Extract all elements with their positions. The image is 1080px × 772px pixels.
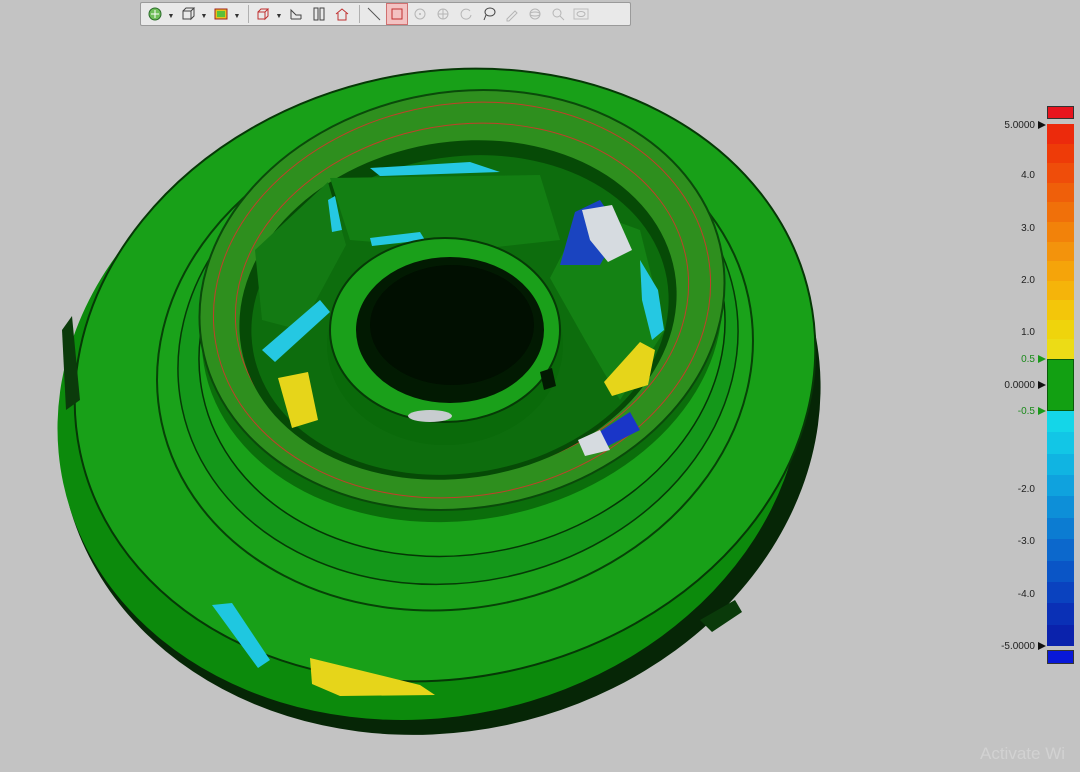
sphere-icon bbox=[529, 8, 541, 20]
legend-tick-label: -4.0 bbox=[1017, 589, 1035, 600]
center-target-icon bbox=[437, 8, 449, 20]
annotate-button[interactable] bbox=[502, 4, 522, 24]
legend-upper-tolerance-marker[interactable] bbox=[1038, 355, 1046, 363]
home-view-button[interactable] bbox=[332, 4, 352, 24]
cube-wireframe-button[interactable] bbox=[253, 4, 273, 24]
cube-wireframe-icon bbox=[257, 8, 270, 21]
legend-tick-label: 4.0 bbox=[1021, 170, 1035, 181]
lasso-button[interactable] bbox=[479, 4, 499, 24]
legend-max-label: 5.0000 bbox=[1004, 120, 1035, 131]
annotate-icon bbox=[506, 10, 518, 22]
legend-tick-label: 1.0 bbox=[1021, 327, 1035, 338]
legend-upper-tolerance-label: 0.5 bbox=[1021, 354, 1035, 365]
color-map-icon bbox=[214, 8, 228, 20]
watermark: Activate Wi bbox=[980, 744, 1066, 763]
legend-band-negative bbox=[1047, 560, 1074, 583]
legend-band-negative bbox=[1047, 539, 1074, 562]
split-view-icon bbox=[313, 7, 325, 21]
chevron-down-icon[interactable]: ▼ bbox=[201, 4, 208, 24]
legend-band-positive bbox=[1047, 221, 1074, 242]
legend-min-label: -5.0000 bbox=[1001, 641, 1035, 652]
legend-tick-label: -2.0 bbox=[1017, 484, 1035, 495]
rotate-icon bbox=[460, 8, 472, 20]
toolbar-divider bbox=[359, 5, 360, 23]
3d-viewport[interactable]: ▼ ▼ ▼ ▼ 5.0000 4.0 3.0 2.0 1.0 -2.0 -3.0 -4.0 0.… bbox=[0, 0, 1080, 772]
chevron-down-icon[interactable]: ▼ bbox=[276, 4, 283, 24]
legend-max-marker[interactable] bbox=[1038, 121, 1046, 129]
eye-icon bbox=[573, 8, 589, 20]
home-view-icon bbox=[335, 8, 349, 21]
legend-tick-label: -3.0 bbox=[1017, 536, 1035, 547]
eye-button[interactable] bbox=[571, 4, 591, 24]
select-region-icon bbox=[391, 8, 403, 20]
inspect-button[interactable] bbox=[548, 4, 568, 24]
legend-overflow-high-swatch bbox=[1047, 106, 1074, 119]
legend-band-positive bbox=[1047, 261, 1074, 282]
legend-band-positive bbox=[1047, 163, 1074, 184]
sphere-button[interactable] bbox=[525, 4, 545, 24]
inspect-icon bbox=[552, 8, 565, 21]
legend-band-positive bbox=[1047, 300, 1074, 321]
point-target-icon bbox=[414, 8, 426, 20]
legend-tick-label: 3.0 bbox=[1021, 223, 1035, 234]
chevron-down-icon[interactable]: ▼ bbox=[168, 4, 175, 24]
hub-bore-light bbox=[408, 410, 452, 422]
color-map-button[interactable] bbox=[211, 4, 231, 24]
legend-tick-label: 2.0 bbox=[1021, 275, 1035, 286]
lasso-icon bbox=[483, 7, 496, 21]
rotate-button[interactable] bbox=[456, 4, 476, 24]
legend-band-positive bbox=[1047, 182, 1074, 203]
legend-band-negative bbox=[1047, 411, 1074, 433]
legend-overflow-low-swatch bbox=[1047, 650, 1074, 664]
chevron-down-icon[interactable]: ▼ bbox=[234, 4, 241, 24]
view-orientation-icon bbox=[148, 7, 162, 21]
section-plane-button[interactable] bbox=[286, 4, 306, 24]
view-orientation-button[interactable] bbox=[145, 4, 165, 24]
legend-band-positive bbox=[1047, 241, 1074, 262]
box-view-button[interactable] bbox=[178, 4, 198, 24]
impeller-color-map-model[interactable] bbox=[0, 0, 1080, 772]
legend-band-negative bbox=[1047, 581, 1074, 604]
legend-band-positive bbox=[1047, 319, 1074, 340]
legend-lower-tolerance-marker[interactable] bbox=[1038, 407, 1046, 415]
legend-band-negative bbox=[1047, 432, 1074, 455]
legend-band-positive bbox=[1047, 339, 1074, 360]
legend-zero-label: 0.0000 bbox=[1004, 380, 1035, 391]
legend-band-positive bbox=[1047, 280, 1074, 301]
center-target-button[interactable] bbox=[433, 4, 453, 24]
toolbar-divider bbox=[248, 5, 249, 23]
legend-min-marker[interactable] bbox=[1038, 642, 1046, 650]
legend-band-negative bbox=[1047, 453, 1074, 476]
legend-band-negative bbox=[1047, 624, 1074, 647]
point-target-button[interactable] bbox=[410, 4, 430, 24]
legend-zero-marker[interactable] bbox=[1038, 381, 1046, 389]
box-view-icon bbox=[182, 7, 196, 21]
split-view-button[interactable] bbox=[309, 4, 329, 24]
section-plane-icon bbox=[290, 8, 302, 20]
legend-band-negative bbox=[1047, 603, 1074, 626]
legend-band-positive bbox=[1047, 202, 1074, 223]
legend-lower-tolerance-label: -0.5 bbox=[1017, 406, 1035, 417]
view-toolbar: ▼ ▼ ▼ ▼ bbox=[140, 2, 631, 26]
legend-band-negative bbox=[1047, 517, 1074, 540]
legend-band-positive bbox=[1047, 143, 1074, 164]
hub-bore-inner bbox=[370, 265, 534, 385]
select-region-button[interactable] bbox=[386, 3, 408, 25]
legend-band-positive bbox=[1047, 124, 1074, 145]
legend-band-negative bbox=[1047, 496, 1074, 519]
line-tool-button[interactable] bbox=[364, 4, 384, 24]
legend-band-tolerance bbox=[1047, 359, 1074, 411]
line-tool-icon bbox=[367, 7, 381, 21]
legend-band-negative bbox=[1047, 475, 1074, 497]
